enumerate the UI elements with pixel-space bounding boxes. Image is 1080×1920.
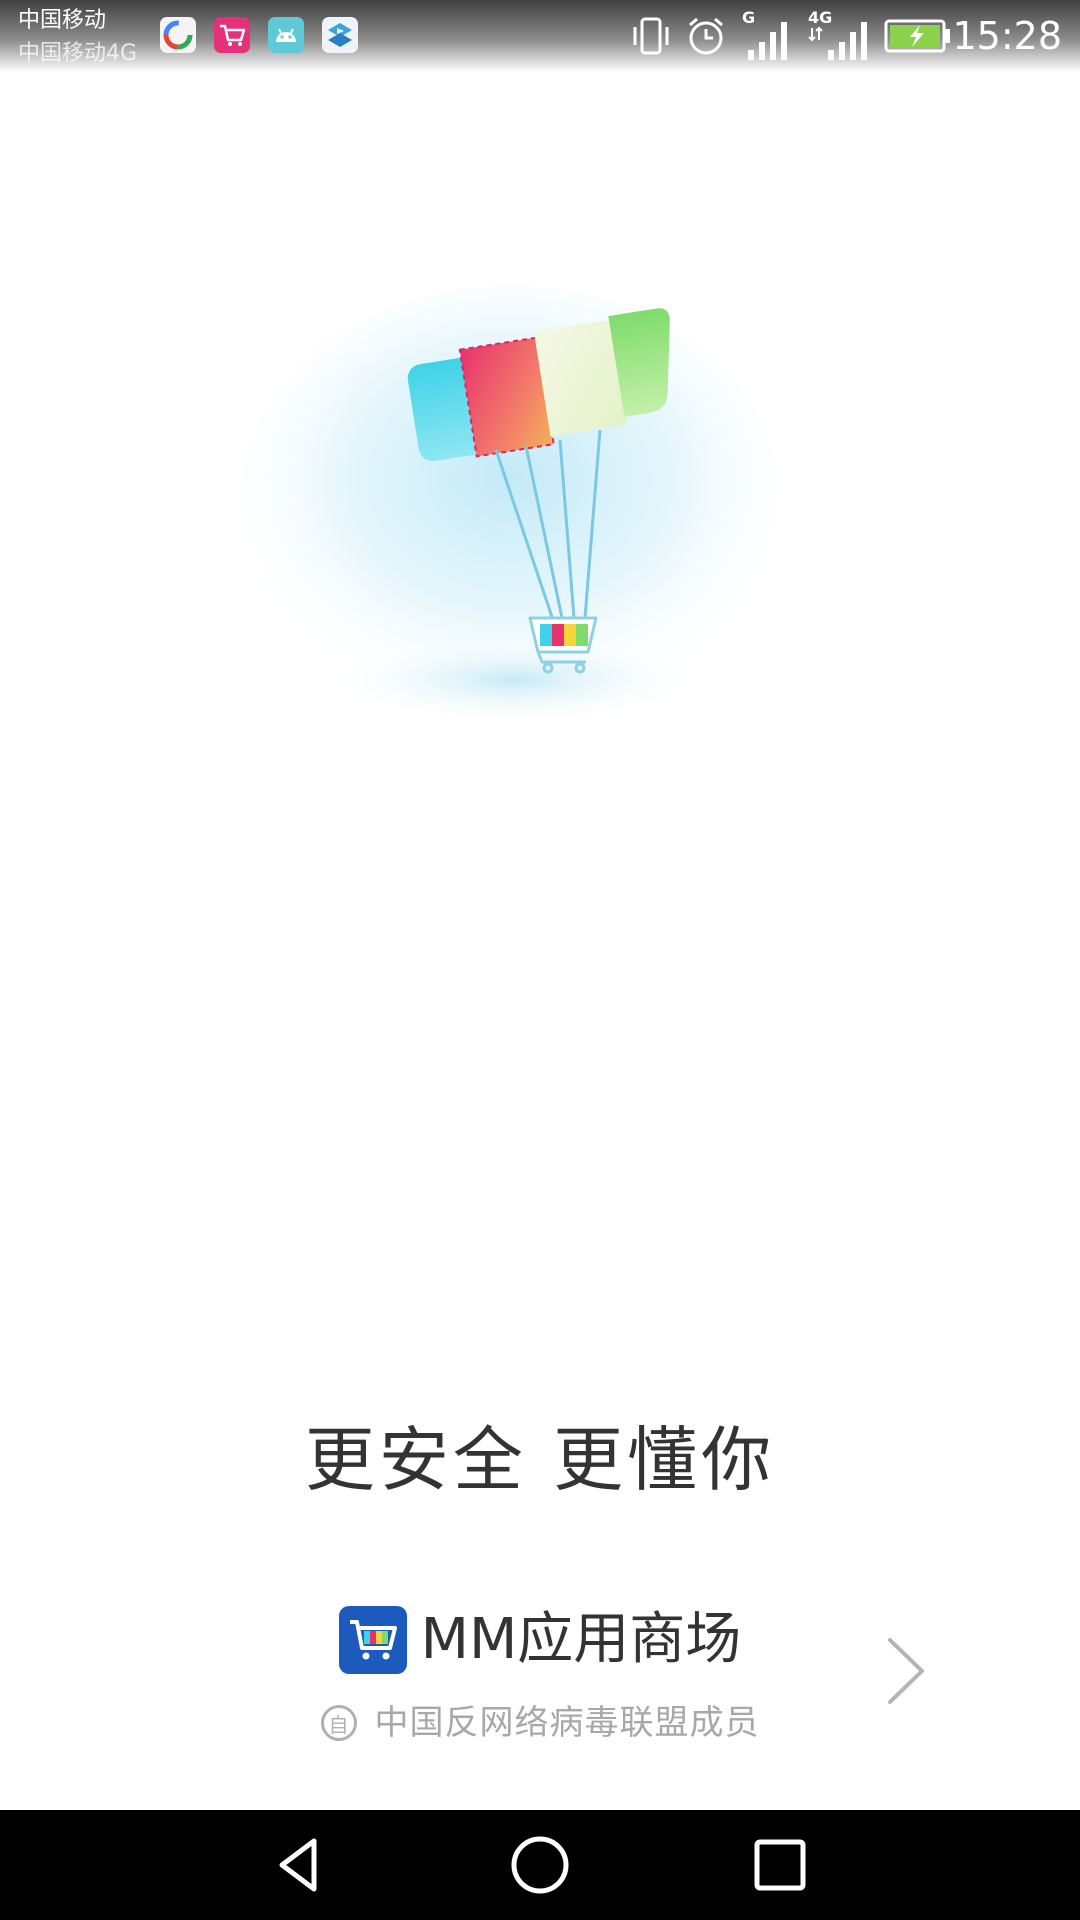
carrier-label-secondary: 中国移动4G	[18, 41, 138, 66]
navigation-bar	[0, 1810, 1080, 1920]
clock-time: 15:28	[952, 14, 1062, 58]
alliance-member-text: 中国反网络病毒联盟成员	[374, 1703, 760, 1743]
brand-name: MM应用商场	[420, 1607, 742, 1672]
back-icon	[279, 1838, 317, 1892]
shopping-cart-app-icon	[214, 17, 250, 53]
splash-screen: 中国移动 中国移动4G G 4G 15:28 更安全 更懂你 MM应用商场 自 …	[0, 0, 1080, 1920]
signal-4g-icon: 4G	[806, 8, 870, 64]
android-app-icon	[268, 17, 304, 53]
self-operated-badge: 自	[320, 1705, 357, 1741]
recent-apps-icon	[754, 1839, 806, 1891]
alarm-icon	[689, 17, 723, 55]
vibrate-icon	[633, 17, 669, 55]
video-app-icon	[322, 17, 358, 53]
shopping-cart-logo-icon	[338, 1606, 407, 1674]
home-icon	[511, 1836, 569, 1894]
slogan: 更安全 更懂你	[304, 1419, 776, 1501]
recent-apps-button[interactable]	[740, 1832, 820, 1898]
battery-charging-icon	[884, 19, 950, 53]
browser-app-icon	[160, 17, 196, 53]
home-button[interactable]	[500, 1832, 580, 1898]
carrier-label-primary: 中国移动	[18, 8, 107, 33]
chevron-right-icon[interactable]	[884, 1636, 928, 1706]
status-bar: 中国移动 中国移动4G G 4G 15:28	[0, 0, 1080, 72]
signal-icon: G	[740, 8, 792, 64]
back-button[interactable]	[260, 1832, 340, 1898]
parachute-shopping-cart-illustration	[240, 285, 780, 725]
